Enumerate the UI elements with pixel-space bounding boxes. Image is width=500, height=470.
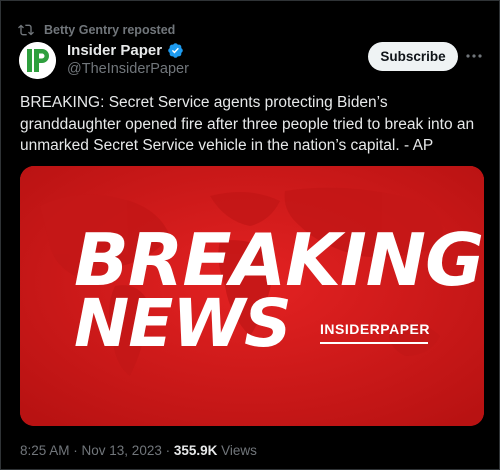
more-options-button[interactable]	[462, 46, 486, 66]
tweet-time[interactable]: 8:25 AM	[20, 443, 70, 458]
tweet-text: BREAKING: Secret Service agents protecti…	[20, 94, 475, 154]
author-handle[interactable]: @TheInsiderPaper	[67, 61, 189, 77]
verified-badge-icon[interactable]	[167, 42, 184, 59]
tweet-metadata: 8:25 AM · Nov 13, 2023 · 355.9K Views	[20, 443, 257, 458]
repost-text: Betty Gentry reposted	[44, 23, 176, 37]
more-dots-icon	[466, 54, 482, 58]
avatar[interactable]	[19, 42, 56, 79]
separator: ·	[161, 443, 174, 458]
views-label: Views	[217, 443, 257, 458]
news-text: NEWS	[74, 285, 292, 362]
repost-icon	[18, 24, 34, 36]
tweet-image[interactable]: BREAKING NEWS INSIDERPAPER	[20, 166, 484, 426]
author-name[interactable]: Insider Paper	[67, 42, 162, 59]
insider-paper-logo	[19, 42, 56, 79]
views-count: 355.9K	[173, 443, 218, 458]
brand-underline	[320, 342, 428, 344]
brand-label: INSIDERPAPER	[320, 321, 430, 337]
separator: ·	[69, 443, 82, 458]
tweet-date[interactable]: Nov 13, 2023	[82, 443, 162, 458]
subscribe-button[interactable]: Subscribe	[368, 42, 458, 71]
repost-header[interactable]: Betty Gentry reposted	[18, 21, 176, 39]
